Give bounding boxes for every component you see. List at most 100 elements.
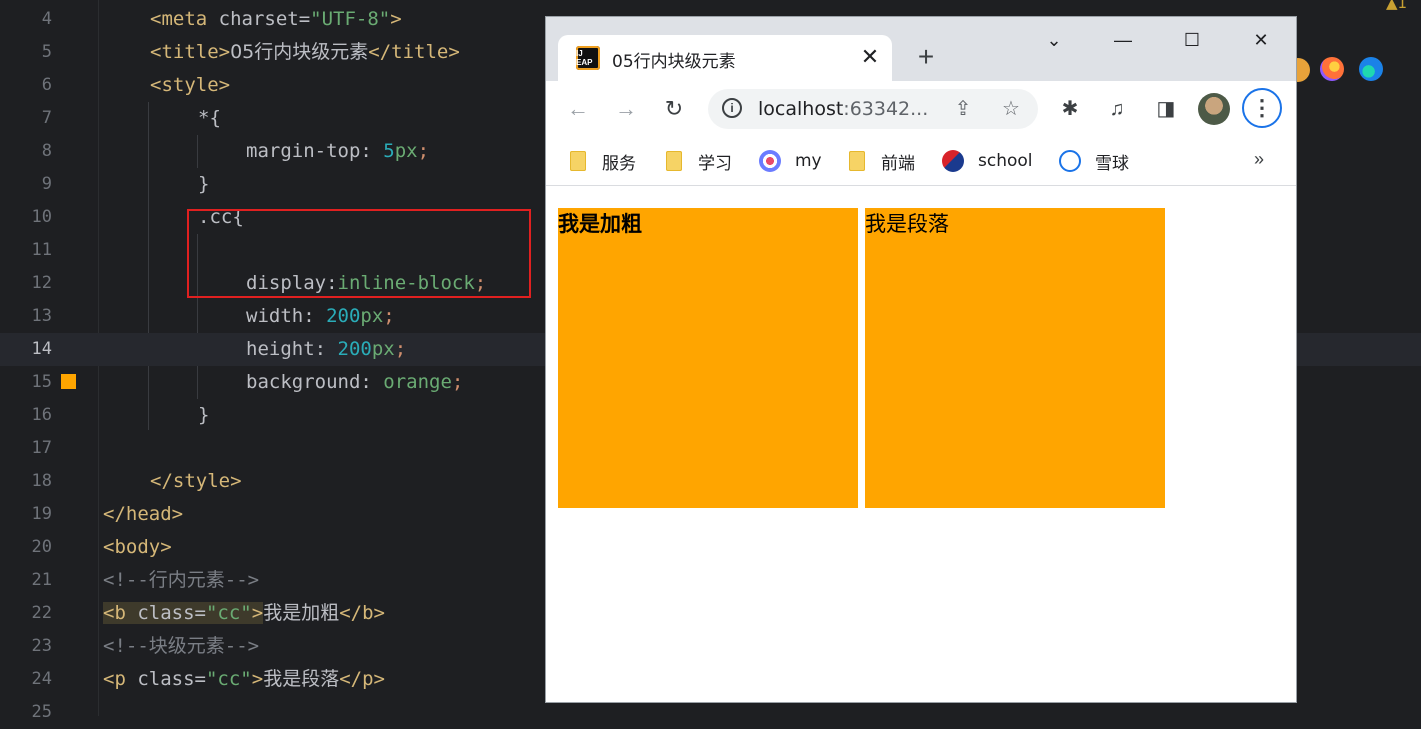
code-token: background: [246,371,384,393]
code-token: px [371,338,395,360]
code-token: </style> [150,470,242,492]
line-number: 12 [31,273,52,293]
code-token: height: [246,338,338,360]
warning-count: 1 [1397,0,1408,12]
code-token: <meta [150,8,208,30]
close-window-icon[interactable]: ✕ [1238,25,1284,55]
back-icon[interactable]: ← [562,93,594,125]
media-icon[interactable]: ♫ [1101,93,1133,125]
minimize-icon[interactable]: — [1100,25,1146,55]
line-number: 5 [41,42,52,62]
line-number: 23 [31,636,52,656]
line-number: 14 [31,339,52,359]
bookmark-item[interactable]: my [759,147,822,175]
bookmark-label: my [795,151,822,171]
browser-window[interactable]: IJ EAP 05行内块级元素 ✕ + ⌄ — ☐ ✕ ← → ↻ i loca… [546,17,1296,702]
line-number: 19 [31,504,52,524]
side-panel-icon[interactable]: ◨ [1150,93,1182,125]
code-token: class= [125,602,206,624]
info-icon[interactable]: i [722,98,742,118]
code-token: ; [417,140,430,162]
bookmark-label: 前端 [881,153,915,174]
code-token: 200 [337,338,372,360]
line-number: 21 [31,570,52,590]
bookmark-label: 雪球 [1095,153,1129,174]
code-token: </head> [103,503,184,525]
bookmark-item[interactable]: 雪球 [1059,147,1129,175]
bold-inline-block: 我是加粗 [558,208,858,508]
code-token: 200 [326,305,361,327]
bookmark-item[interactable]: 前端 [849,147,915,175]
code-token: <b [103,602,126,624]
bookmarks-bar: 服务 学习 my 前端 school 雪球 » [546,137,1296,186]
code-token: orange [383,371,452,393]
page-viewport[interactable]: 我是加粗 我是段落 [546,186,1296,702]
line-number: 8 [41,141,52,161]
line-number: 20 [31,537,52,557]
code-token: 行内元素 [148,569,225,591]
warning-indicator[interactable]: ▲1 [1386,0,1407,12]
line-number: 24 [31,669,52,689]
browser-tab[interactable]: IJ EAP 05行内块级元素 ✕ [558,35,892,81]
site-icon [942,150,964,172]
line-number: 17 [31,438,52,458]
code-token: <p [103,668,126,690]
tab-search-icon[interactable]: ⌄ [1031,25,1077,55]
code-token: <!-- [103,635,149,657]
maximize-icon[interactable]: ☐ [1169,25,1215,55]
url-port: :63342... [843,98,929,120]
code-token: --> [224,569,260,591]
code-token: px [394,140,418,162]
line-number: 15 [31,372,52,392]
line-number: 7 [41,108,52,128]
code-token: ; [394,338,407,360]
intellij-favicon-icon: IJ EAP [576,46,600,70]
bookmark-item[interactable]: 服务 [570,147,636,175]
code-token: > [390,8,402,30]
new-tab-icon[interactable]: + [910,41,942,73]
code-token: <style> [150,74,231,96]
close-tab-icon[interactable]: ✕ [856,43,884,71]
url-text[interactable]: localhost:63342... [758,98,928,120]
code-token: } [198,173,210,195]
line-number: 10 [31,207,52,227]
reload-icon[interactable]: ↻ [658,93,690,125]
address-bar[interactable]: i localhost:63342... ⇪ ☆ [708,89,1038,129]
site-icon [1059,150,1081,172]
bookmark-label: 服务 [602,153,636,174]
paragraph-inline-block: 我是段落 [865,208,1165,508]
star-icon[interactable]: ☆ [997,95,1025,123]
title-bar: IJ EAP 05行内块级元素 ✕ + ⌄ — ☐ ✕ [546,17,1296,81]
code-token: > [251,668,264,690]
color-swatch-icon[interactable] [61,374,76,389]
code-token: </b> [339,602,385,624]
share-icon[interactable]: ⇪ [949,95,977,123]
code-token: "cc" [205,602,252,624]
bookmark-label: school [978,151,1033,171]
more-bookmarks-icon[interactable]: » [1254,149,1264,170]
code-token: 5 [383,140,395,162]
code-token: <title> [150,41,231,63]
folder-icon [570,151,586,171]
code-token: "cc" [205,668,252,690]
avatar[interactable] [1198,93,1230,125]
line-number: 6 [41,75,52,95]
warning-icon: ▲ [1386,0,1398,12]
extensions-icon[interactable]: ✱ [1054,93,1086,125]
forward-icon[interactable]: → [610,93,642,125]
firefox-icon[interactable] [1320,57,1344,81]
line-number: 4 [41,9,52,29]
bookmark-item[interactable]: 学习 [666,147,732,175]
annotation-highlight-box [187,209,531,298]
line-number: 16 [31,405,52,425]
menu-icon[interactable]: ⋮ [1242,88,1282,128]
bookmark-item[interactable]: school [942,147,1033,175]
code-token: ; [383,305,395,327]
code-token: class= [125,668,206,690]
code-token: <body> [103,536,172,558]
line-number: 22 [31,603,52,623]
code-token: 我是段落 [263,668,340,690]
code-token: } [198,404,210,426]
edge-icon[interactable] [1359,57,1383,81]
code-token: 05 [230,41,255,63]
